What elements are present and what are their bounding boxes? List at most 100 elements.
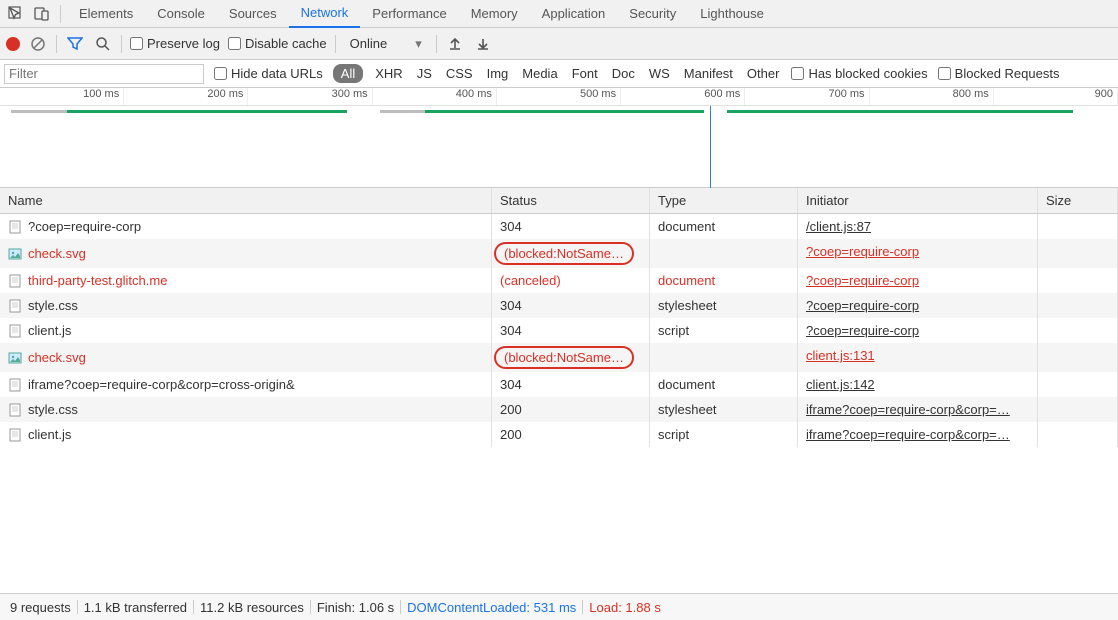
divider <box>310 600 311 614</box>
cell-name[interactable]: third-party-test.glitch.me <box>0 268 492 293</box>
filter-type-ws[interactable]: WS <box>647 64 672 83</box>
main-tabs: ElementsConsoleSourcesNetworkPerformance… <box>0 0 1118 28</box>
tab-application[interactable]: Application <box>530 0 618 28</box>
filter-type-all[interactable]: All <box>333 64 363 83</box>
cell-type: stylesheet <box>650 293 798 318</box>
filter-type-js[interactable]: JS <box>415 64 434 83</box>
tab-elements[interactable]: Elements <box>67 0 145 28</box>
blocked-requests-label: Blocked Requests <box>955 66 1060 81</box>
col-size[interactable]: Size <box>1038 188 1118 213</box>
requests-table: Name Status Type Initiator Size ?coep=re… <box>0 188 1118 594</box>
table-row[interactable]: style.css304stylesheet?coep=require-corp <box>0 293 1118 318</box>
cell-name[interactable]: client.js <box>0 422 492 447</box>
device-toggle-icon[interactable] <box>30 2 54 26</box>
table-row[interactable]: iframe?coep=require-corp&corp=cross-orig… <box>0 372 1118 397</box>
filter-icon[interactable] <box>65 34 85 54</box>
filter-type-manifest[interactable]: Manifest <box>682 64 735 83</box>
filter-type-img[interactable]: Img <box>485 64 511 83</box>
status-requests: 9 requests <box>10 600 71 615</box>
table-row[interactable]: ?coep=require-corp304document/client.js:… <box>0 214 1118 239</box>
cell-type: document <box>650 372 798 397</box>
preserve-log-checkbox[interactable]: Preserve log <box>130 36 220 51</box>
record-button[interactable] <box>6 37 20 51</box>
table-row[interactable]: style.css200stylesheetiframe?coep=requir… <box>0 397 1118 422</box>
cell-type: document <box>650 268 798 293</box>
cell-initiator[interactable]: iframe?coep=require-corp&corp=… <box>798 397 1038 422</box>
table-row[interactable]: check.svg(blocked:NotSame… client.js:131 <box>0 343 1118 372</box>
cell-status: 304 <box>492 214 650 239</box>
col-initiator[interactable]: Initiator <box>798 188 1038 213</box>
preserve-log-label: Preserve log <box>147 36 220 51</box>
table-row[interactable]: client.js200scriptiframe?coep=require-co… <box>0 422 1118 447</box>
throttling-select[interactable]: Online ▾ <box>344 36 428 52</box>
cell-size <box>1038 214 1118 239</box>
filter-type-doc[interactable]: Doc <box>610 64 637 83</box>
cell-initiator[interactable]: client.js:131 <box>798 343 1038 372</box>
has-blocked-cookies-label: Has blocked cookies <box>808 66 927 81</box>
tab-memory[interactable]: Memory <box>459 0 530 28</box>
cell-name[interactable]: client.js <box>0 318 492 343</box>
clear-icon[interactable] <box>28 34 48 54</box>
cell-type <box>650 239 798 268</box>
tab-network[interactable]: Network <box>289 0 361 28</box>
cell-name[interactable]: style.css <box>0 293 492 318</box>
cell-size <box>1038 372 1118 397</box>
tab-security[interactable]: Security <box>617 0 688 28</box>
inspect-icon[interactable] <box>4 2 28 26</box>
cell-initiator[interactable]: ?coep=require-corp <box>798 318 1038 343</box>
table-row[interactable]: client.js304script?coep=require-corp <box>0 318 1118 343</box>
cell-initiator[interactable]: iframe?coep=require-corp&corp=… <box>798 422 1038 447</box>
divider <box>436 35 437 53</box>
filter-type-media[interactable]: Media <box>520 64 559 83</box>
cell-status: 304 <box>492 293 650 318</box>
col-name[interactable]: Name <box>0 188 492 213</box>
throttling-value: Online <box>350 36 388 51</box>
cell-name[interactable]: check.svg <box>0 343 492 372</box>
disable-cache-checkbox[interactable]: Disable cache <box>228 36 327 51</box>
cell-type: script <box>650 318 798 343</box>
filter-type-font[interactable]: Font <box>570 64 600 83</box>
has-blocked-cookies-checkbox[interactable]: Has blocked cookies <box>791 66 927 81</box>
divider <box>60 5 61 23</box>
cell-status: 304 <box>492 372 650 397</box>
cell-name[interactable]: ?coep=require-corp <box>0 214 492 239</box>
hide-data-urls-checkbox[interactable]: Hide data URLs <box>214 66 323 81</box>
cell-name[interactable]: check.svg <box>0 239 492 268</box>
timeline-overview[interactable]: 100 ms200 ms300 ms400 ms500 ms600 ms700 … <box>0 88 1118 188</box>
tab-performance[interactable]: Performance <box>360 0 458 28</box>
filter-type-other[interactable]: Other <box>745 64 782 83</box>
tab-lighthouse[interactable]: Lighthouse <box>688 0 776 28</box>
disable-cache-label: Disable cache <box>245 36 327 51</box>
timeline-tick: 600 ms <box>621 88 745 105</box>
divider <box>77 600 78 614</box>
col-status[interactable]: Status <box>492 188 650 213</box>
cell-name[interactable]: iframe?coep=require-corp&corp=cross-orig… <box>0 372 492 397</box>
cell-status: (blocked:NotSame… <box>492 343 650 372</box>
cell-status: 200 <box>492 397 650 422</box>
hide-data-urls-label: Hide data URLs <box>231 66 323 81</box>
cell-initiator[interactable]: client.js:142 <box>798 372 1038 397</box>
download-icon[interactable] <box>473 34 493 54</box>
table-row[interactable]: third-party-test.glitch.me(canceled)docu… <box>0 268 1118 293</box>
cell-initiator[interactable]: /client.js:87 <box>798 214 1038 239</box>
table-row[interactable]: check.svg(blocked:NotSame…?coep=require-… <box>0 239 1118 268</box>
upload-icon[interactable] <box>445 34 465 54</box>
tab-sources[interactable]: Sources <box>217 0 289 28</box>
cell-initiator[interactable]: ?coep=require-corp <box>798 239 1038 268</box>
cell-name[interactable]: style.css <box>0 397 492 422</box>
divider <box>400 600 401 614</box>
cell-type: script <box>650 422 798 447</box>
network-toolbar: Preserve log Disable cache Online ▾ <box>0 28 1118 60</box>
chevron-down-icon: ▾ <box>415 36 422 52</box>
tab-console[interactable]: Console <box>145 0 217 28</box>
status-bar: 9 requests 1.1 kB transferred 11.2 kB re… <box>0 594 1118 620</box>
filter-type-css[interactable]: CSS <box>444 64 475 83</box>
search-icon[interactable] <box>93 34 113 54</box>
cell-initiator[interactable]: ?coep=require-corp <box>798 293 1038 318</box>
filter-type-xhr[interactable]: XHR <box>373 64 404 83</box>
cell-initiator[interactable]: ?coep=require-corp <box>798 268 1038 293</box>
cell-size <box>1038 293 1118 318</box>
filter-input[interactable] <box>4 64 204 84</box>
blocked-requests-checkbox[interactable]: Blocked Requests <box>938 66 1060 81</box>
col-type[interactable]: Type <box>650 188 798 213</box>
